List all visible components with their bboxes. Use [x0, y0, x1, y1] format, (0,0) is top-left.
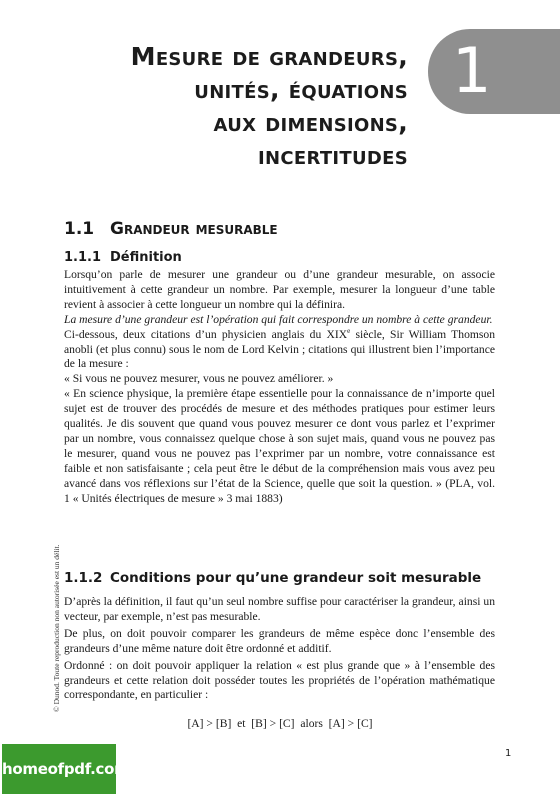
- conditions-body: D’après la définition, il faut qu’un seu…: [64, 595, 495, 705]
- chapter-number: 1: [452, 34, 492, 107]
- subsection-heading: 1.1.2 Conditions pour qu’une grandeur soi…: [64, 570, 481, 586]
- quotation: « Si vous ne pouvez mesurer, vous ne pou…: [64, 372, 334, 386]
- paragraph-text: Ci-dessous, deux citations d’un physicie…: [64, 327, 348, 341]
- chapter-title-line: aux dimensions,: [213, 108, 408, 137]
- chapter-title-line: Mesure de grandeurs,: [130, 42, 408, 71]
- watermark-logo: homeofpdf.com: [2, 744, 130, 794]
- chapter-title-line: incertitudes: [258, 141, 408, 170]
- paragraph: Ordonné : on doit pouvoir appliquer la r…: [64, 658, 495, 702]
- quotation: « En science physique, la première étape…: [64, 387, 495, 505]
- copyright-note: © Dunod. Toute reproduction non autorisé…: [52, 544, 61, 712]
- page-number: 1: [505, 748, 512, 759]
- section-number: 1.1: [64, 219, 95, 239]
- definition-body: Lorsqu’on parle de mesurer une grandeur …: [64, 268, 495, 507]
- paragraph: D’après la définition, il faut qu’un seu…: [64, 595, 495, 623]
- subsection-title: Définition: [110, 250, 182, 265]
- subsection-number: 1.1.2: [64, 570, 103, 586]
- section-title: Grandeur mesurable: [110, 219, 278, 239]
- paragraph: De plus, on doit pouvoir comparer les gr…: [64, 626, 495, 655]
- definition-statement: La mesure d’une grandeur est l’opération…: [64, 312, 493, 326]
- subsection-title: Conditions pour qu’une grandeur soit mes…: [110, 570, 482, 586]
- chapter-tab: [428, 29, 560, 114]
- subsection-number: 1.1.1: [64, 250, 102, 265]
- formula: [A] > [B] et [B] > [C] alors [A] > [C]: [187, 717, 373, 730]
- chapter-title: Mesure de grandeurs, unités, équations a…: [8, 40, 408, 172]
- paragraph: Ci-dessous, deux citations d’un physicie…: [64, 327, 495, 373]
- paragraph: Lorsqu’on parle de mesurer une grandeur …: [64, 268, 495, 311]
- chapter-title-line: unités, équations: [194, 75, 408, 104]
- section-heading: 1.1 Grandeur mesurable: [64, 219, 278, 239]
- subsection-heading: 1.1.1 Définition: [64, 250, 182, 265]
